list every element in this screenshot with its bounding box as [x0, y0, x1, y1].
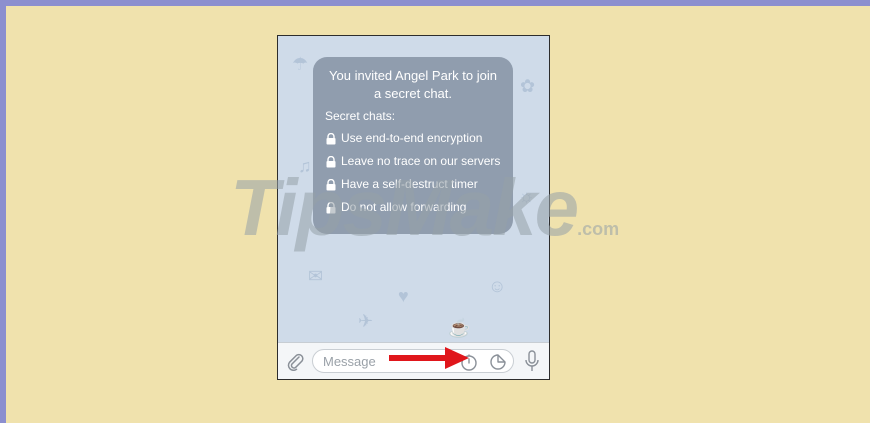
watermark-brand: TipsMake [230, 163, 579, 252]
secret-chats-label: Secret chats: [325, 109, 396, 123]
feature-label: Use end-to-end encryption [341, 131, 483, 145]
lock-icon [326, 132, 336, 144]
doodle-icon: ✈ [358, 311, 374, 331]
microphone-icon[interactable] [523, 349, 541, 373]
doodle-icon: ☺ [488, 276, 507, 296]
invite-title: You invited Angel Park to join a secret … [329, 68, 497, 101]
doodle-icon: ☕ [448, 318, 471, 338]
watermark: TipsMake.com [230, 168, 619, 248]
doodle-icon: ✉ [308, 266, 324, 286]
doodle-icon: ☂ [292, 54, 309, 74]
red-arrow-icon [389, 347, 469, 369]
message-placeholder: Message [323, 354, 376, 369]
doodle-icon: ♥ [398, 286, 409, 306]
paperclip-icon[interactable] [286, 351, 304, 371]
sticker-icon[interactable] [489, 353, 507, 371]
watermark-suffix: .com [577, 219, 620, 239]
feature-item: Use end-to-end encryption [325, 127, 501, 150]
doodle-icon: ✿ [520, 76, 536, 96]
